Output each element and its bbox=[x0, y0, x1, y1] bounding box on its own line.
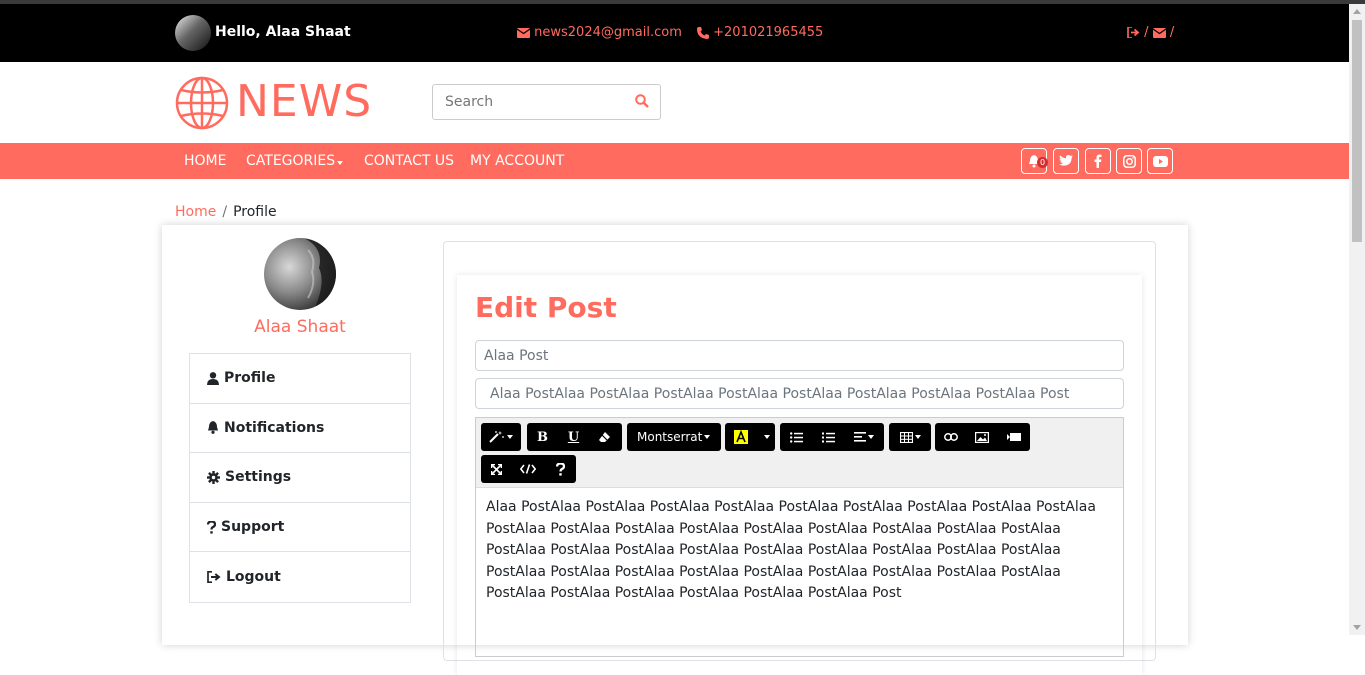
main-nav: HOME CATEGORIES CONTACT US MY ACCOUNT 0 bbox=[0, 143, 1365, 179]
breadcrumb: Home / Profile bbox=[175, 204, 277, 220]
font-family-value: Montserrat bbox=[637, 430, 703, 444]
insert-group bbox=[935, 423, 1030, 451]
unordered-list-icon[interactable] bbox=[780, 423, 812, 451]
link-icon[interactable] bbox=[935, 423, 966, 451]
link-separator: / bbox=[1169, 25, 1175, 40]
table-button[interactable] bbox=[889, 423, 931, 451]
menu-item-notifications[interactable]: Notifications bbox=[190, 404, 410, 454]
table-icon bbox=[889, 423, 931, 451]
eraser-icon[interactable] bbox=[589, 423, 620, 451]
menu-item-label: Logout bbox=[226, 569, 281, 586]
paragraph-group bbox=[780, 423, 884, 451]
facebook-icon bbox=[1094, 154, 1102, 168]
view-group bbox=[481, 455, 576, 483]
menu-item-label: Support bbox=[221, 519, 285, 536]
menu-item-profile[interactable]: Profile bbox=[190, 354, 410, 404]
nav-home[interactable]: HOME bbox=[184, 153, 226, 169]
breadcrumb-home[interactable]: Home bbox=[175, 204, 216, 220]
user-icon bbox=[207, 371, 219, 385]
color-group bbox=[725, 423, 775, 451]
nav-categories-label: CATEGORIES bbox=[246, 153, 336, 169]
bold-icon[interactable]: B bbox=[527, 423, 558, 451]
globe-icon[interactable] bbox=[175, 76, 229, 130]
top-bar: Hello, Alaa Shaat news2024@gmail.com +20… bbox=[0, 4, 1365, 62]
email-text: news2024@gmail.com bbox=[534, 25, 682, 40]
scroll-up-icon[interactable] bbox=[1353, 9, 1361, 14]
style-button[interactable] bbox=[481, 423, 521, 451]
breadcrumb-current: Profile bbox=[233, 204, 277, 220]
underline-icon[interactable]: U bbox=[558, 423, 589, 451]
user-avatar[interactable] bbox=[175, 15, 211, 51]
menu-item-label: Profile bbox=[224, 370, 276, 387]
twitter-link[interactable] bbox=[1053, 148, 1079, 174]
twitter-icon bbox=[1059, 155, 1073, 166]
breadcrumb-separator: / bbox=[222, 204, 228, 220]
align-icon[interactable] bbox=[844, 423, 884, 451]
phone-text: +201021965455 bbox=[713, 25, 824, 40]
menu-item-label: Notifications bbox=[224, 419, 325, 436]
help-icon[interactable] bbox=[544, 455, 576, 483]
menu-item-support[interactable]: Support bbox=[190, 503, 410, 553]
scroll-down-icon[interactable] bbox=[1353, 625, 1361, 630]
youtube-icon bbox=[1152, 155, 1168, 167]
editor-content[interactable]: Alaa PostAlaa PostAlaa PostAlaa PostAlaa… bbox=[476, 488, 1123, 614]
logout-icon bbox=[207, 571, 221, 584]
search-icon[interactable] bbox=[635, 94, 649, 108]
highlight-icon[interactable] bbox=[725, 423, 757, 451]
scrollbar-thumb[interactable] bbox=[1352, 20, 1362, 242]
instagram-link[interactable] bbox=[1116, 148, 1142, 174]
menu-item-label: Settings bbox=[225, 469, 292, 486]
phone-icon bbox=[697, 26, 709, 39]
page-scrollbar[interactable] bbox=[1349, 4, 1365, 635]
font-family-select[interactable]: Montserrat bbox=[627, 423, 721, 451]
magic-wand-icon bbox=[481, 423, 521, 451]
notification-count-badge: 0 bbox=[1037, 157, 1049, 168]
nav-contact[interactable]: CONTACT US bbox=[364, 153, 454, 169]
post-title-field[interactable]: Alaa Post bbox=[475, 340, 1124, 371]
avatar-portrait bbox=[304, 238, 336, 310]
nav-categories[interactable]: CATEGORIES bbox=[246, 153, 344, 169]
facebook-link[interactable] bbox=[1085, 148, 1111, 174]
link-separator: / bbox=[1144, 25, 1149, 40]
post-subtitle-field[interactable]: Alaa PostAlaa PostAlaa PostAlaa PostAlaa… bbox=[475, 378, 1124, 409]
page-title: Edit Post bbox=[475, 291, 617, 324]
gear-icon bbox=[207, 470, 220, 484]
question-icon bbox=[207, 520, 216, 534]
chevron-down-icon bbox=[337, 161, 344, 165]
ordered-list-icon[interactable] bbox=[812, 423, 844, 451]
phone-link[interactable]: +201021965455 bbox=[697, 25, 823, 40]
envelope-icon bbox=[517, 27, 530, 38]
email-link[interactable]: news2024@gmail.com bbox=[517, 25, 682, 40]
fullscreen-icon[interactable] bbox=[481, 455, 512, 483]
notifications-button[interactable]: 0 bbox=[1021, 148, 1049, 174]
color-dropdown-icon[interactable] bbox=[757, 423, 775, 451]
menu-item-settings[interactable]: Settings bbox=[190, 453, 410, 503]
envelope-icon[interactable] bbox=[1152, 27, 1166, 38]
logo-text[interactable]: NEWS bbox=[236, 76, 372, 127]
instagram-icon bbox=[1122, 154, 1136, 168]
font-style-group: B U bbox=[527, 423, 622, 451]
logout-icon[interactable] bbox=[1127, 27, 1140, 38]
youtube-link[interactable] bbox=[1147, 148, 1173, 174]
rich-text-editor: B U Montserrat Alaa PostAlaa PostAlaa Po… bbox=[475, 417, 1124, 657]
code-view-icon[interactable] bbox=[512, 455, 544, 483]
profile-name: Alaa Shaat bbox=[254, 317, 346, 337]
video-icon[interactable] bbox=[998, 423, 1030, 451]
menu-item-logout[interactable]: Logout bbox=[190, 552, 410, 602]
brand-header: NEWS bbox=[0, 62, 1365, 143]
bell-icon bbox=[208, 421, 218, 435]
search-input[interactable] bbox=[432, 84, 661, 120]
nav-my-account[interactable]: MY ACCOUNT bbox=[470, 153, 564, 169]
greeting-text: Hello, Alaa Shaat bbox=[215, 24, 351, 40]
account-links: / / bbox=[1127, 25, 1174, 40]
profile-menu: Profile Notifications Settings Support L… bbox=[189, 353, 411, 603]
profile-avatar[interactable] bbox=[264, 238, 336, 310]
editor-toolbar: B U Montserrat bbox=[476, 418, 1123, 488]
image-icon[interactable] bbox=[966, 423, 998, 451]
